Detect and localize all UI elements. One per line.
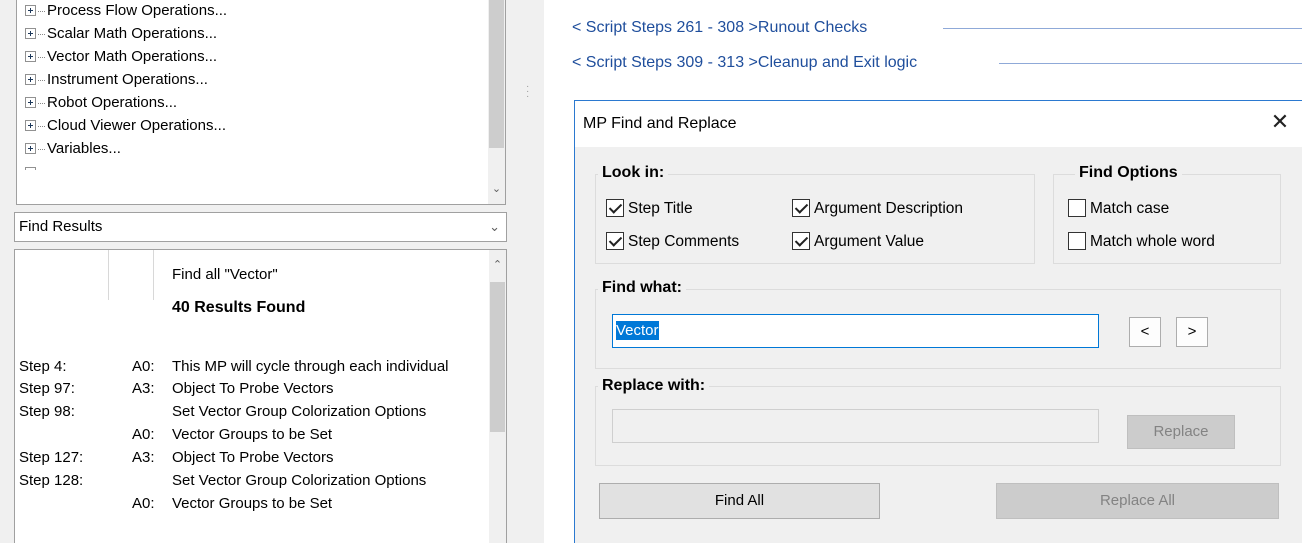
- step-title-checkbox[interactable]: Step Title: [606, 198, 693, 220]
- section-divider: [999, 63, 1302, 64]
- look-in-label: Look in:: [598, 164, 669, 182]
- expand-icon[interactable]: [25, 142, 36, 154]
- replace-with-label: Replace with:: [598, 377, 710, 395]
- tree-item-label: Robot Operations...: [47, 94, 178, 111]
- section-divider: [943, 28, 1302, 29]
- scrollbar-thumb[interactable]: [489, 0, 504, 148]
- result-text[interactable]: Vector Groups to be Set: [172, 493, 472, 515]
- replace-button[interactable]: Replace: [1127, 415, 1235, 449]
- result-arg[interactable]: A3:: [132, 447, 155, 469]
- result-text[interactable]: This MP will cycle through each individu…: [172, 356, 472, 378]
- find-what-input[interactable]: Vector: [612, 314, 1099, 348]
- find-results-header[interactable]: Find Results ⌄: [14, 212, 507, 242]
- close-icon[interactable]: ✕: [1268, 110, 1292, 134]
- toolbox-tree: Process Flow Operations... Scalar Math O…: [16, 0, 506, 205]
- result-step[interactable]: Step 127:: [19, 447, 83, 469]
- tree-item-process-flow[interactable]: Process Flow Operations...: [25, 0, 227, 22]
- find-results-list: Find all "Vector" 40 Results Found Step …: [14, 249, 507, 543]
- tree-item-partial: [25, 162, 38, 170]
- result-step[interactable]: Step 4:: [19, 356, 67, 378]
- tree-item-instrument[interactable]: Instrument Operations...: [25, 69, 208, 91]
- find-results-title: Find Results: [19, 218, 103, 235]
- find-query-line: Find all "Vector": [172, 266, 278, 283]
- result-arg[interactable]: A0:: [132, 356, 155, 378]
- tree-scrollbar[interactable]: ⌄: [488, 0, 505, 204]
- tree-item-label: Vector Math Operations...: [47, 48, 218, 65]
- checkbox-icon[interactable]: [1068, 231, 1086, 250]
- tree-item-label: Instrument Operations...: [47, 71, 208, 88]
- result-text[interactable]: Object To Probe Vectors: [172, 378, 472, 400]
- result-text[interactable]: Set Vector Group Colorization Options: [172, 470, 472, 492]
- scrollbar-thumb[interactable]: [490, 282, 505, 432]
- dialog-title: MP Find and Replace: [583, 115, 737, 132]
- replace-all-button[interactable]: Replace All: [996, 483, 1279, 519]
- tree-item-label: Process Flow Operations...: [47, 2, 228, 19]
- match-case-checkbox[interactable]: Match case: [1068, 198, 1169, 220]
- tree-item-cloud-viewer[interactable]: Cloud Viewer Operations...: [25, 115, 226, 137]
- chevron-up-icon[interactable]: ⌃: [489, 258, 506, 271]
- result-text[interactable]: Vector Groups to be Set: [172, 424, 472, 446]
- expand-icon[interactable]: [25, 27, 36, 39]
- splitter-grip-icon[interactable]: · · ·: [526, 82, 529, 102]
- replace-with-input[interactable]: [612, 409, 1099, 443]
- results-scrollbar[interactable]: ⌃: [489, 250, 506, 543]
- pane-splitter[interactable]: · · ·: [512, 0, 544, 543]
- result-text[interactable]: Object To Probe Vectors: [172, 447, 472, 469]
- argument-description-checkbox[interactable]: Argument Description: [792, 198, 963, 220]
- tree-item-label: Scalar Math Operations...: [47, 25, 218, 42]
- chevron-down-icon[interactable]: ⌄: [489, 213, 500, 241]
- match-whole-word-checkbox[interactable]: Match whole word: [1068, 231, 1215, 253]
- find-what-label: Find what:: [598, 279, 686, 297]
- find-previous-button[interactable]: <: [1129, 317, 1161, 347]
- checkbox-icon[interactable]: [792, 198, 810, 217]
- checkbox-icon[interactable]: [792, 231, 810, 250]
- result-step[interactable]: Step 97:: [19, 378, 75, 400]
- checkbox-icon[interactable]: [1068, 198, 1086, 217]
- tree-item-variables[interactable]: Variables...: [25, 138, 121, 160]
- expand-icon[interactable]: [25, 96, 36, 108]
- result-arg[interactable]: A0:: [132, 424, 155, 446]
- result-arg[interactable]: A0:: [132, 493, 155, 515]
- expand-icon[interactable]: [25, 50, 36, 62]
- tree-item-label: Cloud Viewer Operations...: [47, 117, 226, 134]
- script-section-runout[interactable]: < Script Steps 261 - 308 >Runout Checks: [572, 16, 867, 40]
- result-step[interactable]: Step 98:: [19, 401, 75, 423]
- argument-value-checkbox[interactable]: Argument Value: [792, 231, 924, 253]
- expand-icon[interactable]: [25, 119, 36, 131]
- step-comments-checkbox[interactable]: Step Comments: [606, 231, 739, 253]
- checkbox-icon[interactable]: [606, 198, 624, 217]
- checkbox-icon[interactable]: [606, 231, 624, 250]
- result-step[interactable]: Step 128:: [19, 470, 83, 492]
- tree-item-scalar-math[interactable]: Scalar Math Operations...: [25, 23, 217, 45]
- dialog-titlebar[interactable]: MP Find and Replace ✕: [575, 101, 1302, 147]
- find-options-label: Find Options: [1075, 164, 1182, 182]
- find-replace-dialog: MP Find and Replace ✕ Look in: Step Titl…: [574, 100, 1302, 543]
- result-arg[interactable]: A3:: [132, 378, 155, 400]
- tree-item-robot[interactable]: Robot Operations...: [25, 92, 177, 114]
- find-next-button[interactable]: >: [1176, 317, 1208, 347]
- find-all-button[interactable]: Find All: [599, 483, 880, 519]
- expand-icon[interactable]: [25, 4, 36, 16]
- chevron-down-icon[interactable]: ⌄: [488, 182, 505, 195]
- results-count: 40 Results Found: [172, 299, 306, 316]
- find-what-value: Vector: [616, 321, 659, 340]
- result-text[interactable]: Set Vector Group Colorization Options: [172, 401, 472, 423]
- left-pane: Process Flow Operations... Scalar Math O…: [0, 0, 512, 543]
- tree-item-label: Variables...: [47, 140, 121, 157]
- script-section-cleanup[interactable]: < Script Steps 309 - 313 >Cleanup and Ex…: [572, 51, 917, 75]
- tree-item-vector-math[interactable]: Vector Math Operations...: [25, 46, 217, 68]
- expand-icon[interactable]: [25, 73, 36, 85]
